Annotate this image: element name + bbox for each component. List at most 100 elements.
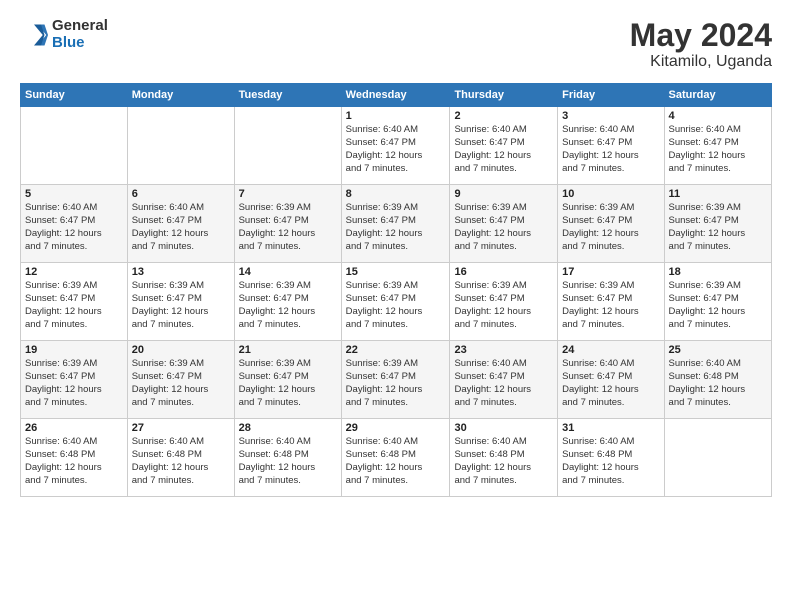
calendar-header-saturday: Saturday (664, 84, 771, 107)
calendar-cell: 31 Sunrise: 6:40 AM Sunset: 6:48 PM Dayli… (558, 419, 664, 497)
calendar-cell: 5 Sunrise: 6:40 AM Sunset: 6:47 PM Daylig… (21, 185, 128, 263)
calendar-header-thursday: Thursday (450, 84, 558, 107)
day-number: 28 (239, 422, 337, 434)
day-number: 29 (346, 422, 446, 434)
calendar-cell: 6 Sunrise: 6:40 AM Sunset: 6:47 PM Daylig… (127, 185, 234, 263)
calendar-cell: 3 Sunrise: 6:40 AM Sunset: 6:47 PM Daylig… (558, 107, 664, 185)
calendar-week-2: 5 Sunrise: 6:40 AM Sunset: 6:47 PM Daylig… (21, 185, 772, 263)
day-detail: Sunrise: 6:39 AM Sunset: 6:47 PM Dayligh… (132, 280, 230, 331)
day-detail: Sunrise: 6:40 AM Sunset: 6:47 PM Dayligh… (346, 124, 446, 175)
logo-blue-text: Blue (52, 35, 108, 52)
day-number: 7 (239, 188, 337, 200)
day-detail: Sunrise: 6:39 AM Sunset: 6:47 PM Dayligh… (346, 280, 446, 331)
day-number: 23 (454, 344, 553, 356)
calendar-cell: 18Sunrise: 6:39 AM Sunset: 6:47 PM Dayli… (664, 263, 771, 341)
day-number: 5 (25, 188, 123, 200)
calendar-header-row: SundayMondayTuesdayWednesdayThursdayFrid… (21, 84, 772, 107)
calendar-week-5: 26 Sunrise: 6:40 AM Sunset: 6:48 PM Dayli… (21, 419, 772, 497)
day-detail: Sunrise: 6:39 AM Sunset: 6:47 PM Dayligh… (239, 280, 337, 331)
calendar-week-1: 1 Sunrise: 6:40 AM Sunset: 6:47 PM Daylig… (21, 107, 772, 185)
day-detail: Sunrise: 6:39 AM Sunset: 6:47 PM Dayligh… (25, 358, 123, 409)
day-detail: Sunrise: 6:39 AM Sunset: 6:47 PM Dayligh… (346, 202, 446, 253)
logo-icon (20, 21, 48, 49)
day-detail: Sunrise: 6:40 AM Sunset: 6:48 PM Dayligh… (346, 436, 446, 487)
day-detail: Sunrise: 6:39 AM Sunset: 6:47 PM Dayligh… (346, 358, 446, 409)
calendar-cell: 24 Sunrise: 6:40 AM Sunset: 6:47 PM Dayli… (558, 341, 664, 419)
calendar-cell (127, 107, 234, 185)
day-detail: Sunrise: 6:39 AM Sunset: 6:47 PM Dayligh… (454, 280, 553, 331)
day-detail: Sunrise: 6:40 AM Sunset: 6:47 PM Dayligh… (669, 124, 767, 175)
day-number: 8 (346, 188, 446, 200)
calendar-cell: 17Sunrise: 6:39 AM Sunset: 6:47 PM Dayli… (558, 263, 664, 341)
day-detail: Sunrise: 6:39 AM Sunset: 6:47 PM Dayligh… (669, 202, 767, 253)
title-block: May 2024 Kitamilo, Uganda (630, 18, 772, 71)
calendar-header-tuesday: Tuesday (234, 84, 341, 107)
day-number: 22 (346, 344, 446, 356)
calendar-cell: 9Sunrise: 6:39 AM Sunset: 6:47 PM Daylig… (450, 185, 558, 263)
day-detail: Sunrise: 6:39 AM Sunset: 6:47 PM Dayligh… (132, 358, 230, 409)
day-number: 20 (132, 344, 230, 356)
subtitle: Kitamilo, Uganda (630, 53, 772, 71)
calendar-week-4: 19 Sunrise: 6:39 AM Sunset: 6:47 PM Dayli… (21, 341, 772, 419)
calendar-cell (664, 419, 771, 497)
page: General Blue May 2024 Kitamilo, Uganda S… (0, 0, 792, 612)
day-number: 6 (132, 188, 230, 200)
calendar-cell: 8 Sunrise: 6:39 AM Sunset: 6:47 PM Daylig… (341, 185, 450, 263)
calendar-cell: 25Sunrise: 6:40 AM Sunset: 6:48 PM Dayli… (664, 341, 771, 419)
day-detail: Sunrise: 6:40 AM Sunset: 6:48 PM Dayligh… (562, 436, 659, 487)
day-number: 19 (25, 344, 123, 356)
day-number: 12 (25, 266, 123, 278)
day-number: 15 (346, 266, 446, 278)
calendar-cell (21, 107, 128, 185)
day-number: 1 (346, 110, 446, 122)
calendar-cell: 15 Sunrise: 6:39 AM Sunset: 6:47 PM Dayli… (341, 263, 450, 341)
calendar-cell: 28 Sunrise: 6:40 AM Sunset: 6:48 PM Dayli… (234, 419, 341, 497)
calendar-header-wednesday: Wednesday (341, 84, 450, 107)
day-detail: Sunrise: 6:40 AM Sunset: 6:48 PM Dayligh… (454, 436, 553, 487)
day-detail: Sunrise: 6:40 AM Sunset: 6:48 PM Dayligh… (239, 436, 337, 487)
day-number: 31 (562, 422, 659, 434)
day-detail: Sunrise: 6:39 AM Sunset: 6:47 PM Dayligh… (562, 202, 659, 253)
day-number: 26 (25, 422, 123, 434)
logo: General Blue (20, 18, 108, 51)
day-number: 14 (239, 266, 337, 278)
day-detail: Sunrise: 6:39 AM Sunset: 6:47 PM Dayligh… (239, 202, 337, 253)
day-detail: Sunrise: 6:40 AM Sunset: 6:47 PM Dayligh… (562, 124, 659, 175)
day-number: 25 (669, 344, 767, 356)
calendar-cell: 12Sunrise: 6:39 AM Sunset: 6:47 PM Dayli… (21, 263, 128, 341)
day-number: 16 (454, 266, 553, 278)
day-number: 30 (454, 422, 553, 434)
calendar-cell: 20 Sunrise: 6:39 AM Sunset: 6:47 PM Dayli… (127, 341, 234, 419)
day-detail: Sunrise: 6:40 AM Sunset: 6:47 PM Dayligh… (562, 358, 659, 409)
main-title: May 2024 (630, 18, 772, 53)
day-number: 10 (562, 188, 659, 200)
day-detail: Sunrise: 6:40 AM Sunset: 6:48 PM Dayligh… (132, 436, 230, 487)
calendar-cell: 16 Sunrise: 6:39 AM Sunset: 6:47 PM Dayli… (450, 263, 558, 341)
day-detail: Sunrise: 6:40 AM Sunset: 6:47 PM Dayligh… (454, 124, 553, 175)
calendar-cell: 4 Sunrise: 6:40 AM Sunset: 6:47 PM Daylig… (664, 107, 771, 185)
calendar-header-friday: Friday (558, 84, 664, 107)
calendar-cell: 7 Sunrise: 6:39 AM Sunset: 6:47 PM Daylig… (234, 185, 341, 263)
day-number: 11 (669, 188, 767, 200)
day-detail: Sunrise: 6:40 AM Sunset: 6:47 PM Dayligh… (25, 202, 123, 253)
calendar-cell: 26 Sunrise: 6:40 AM Sunset: 6:48 PM Dayli… (21, 419, 128, 497)
calendar-cell: 30 Sunrise: 6:40 AM Sunset: 6:48 PM Dayli… (450, 419, 558, 497)
day-number: 24 (562, 344, 659, 356)
day-detail: Sunrise: 6:39 AM Sunset: 6:47 PM Dayligh… (454, 202, 553, 253)
day-number: 17 (562, 266, 659, 278)
day-detail: Sunrise: 6:39 AM Sunset: 6:47 PM Dayligh… (669, 280, 767, 331)
header: General Blue May 2024 Kitamilo, Uganda (20, 18, 772, 71)
day-number: 4 (669, 110, 767, 122)
day-detail: Sunrise: 6:40 AM Sunset: 6:48 PM Dayligh… (25, 436, 123, 487)
day-number: 27 (132, 422, 230, 434)
day-detail: Sunrise: 6:40 AM Sunset: 6:47 PM Dayligh… (454, 358, 553, 409)
calendar-cell: 13Sunrise: 6:39 AM Sunset: 6:47 PM Dayli… (127, 263, 234, 341)
calendar-cell: 19 Sunrise: 6:39 AM Sunset: 6:47 PM Dayli… (21, 341, 128, 419)
calendar-cell: 21Sunrise: 6:39 AM Sunset: 6:47 PM Dayli… (234, 341, 341, 419)
day-detail: Sunrise: 6:40 AM Sunset: 6:47 PM Dayligh… (132, 202, 230, 253)
calendar-week-3: 12 Sunrise: 6:39 AM Sunset: 6:47 PM Dayli… (21, 263, 772, 341)
calendar-header-monday: Monday (127, 84, 234, 107)
calendar-cell: 1 Sunrise: 6:40 AM Sunset: 6:47 PM Daylig… (341, 107, 450, 185)
day-number: 3 (562, 110, 659, 122)
day-number: 2 (454, 110, 553, 122)
